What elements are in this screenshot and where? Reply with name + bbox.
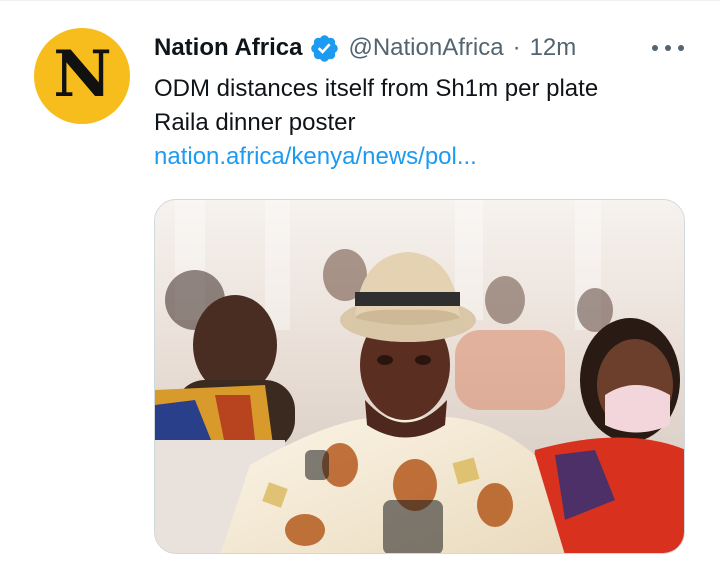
tweet-text-line: ODM distances itself from Sh1m per plate: [154, 75, 599, 102]
tweet-text: ODM distances itself from Sh1m per plate…: [154, 72, 674, 140]
more-dot: [678, 45, 684, 51]
tweet-header: Nation Africa @NationAfrica · 12m: [154, 31, 576, 65]
top-divider: [0, 0, 720, 1]
tweet-text-line: Raila dinner poster: [154, 109, 356, 136]
more-dot: [665, 45, 671, 51]
avatar[interactable]: N: [34, 28, 130, 124]
more-options-icon[interactable]: [650, 37, 686, 59]
tweet-timestamp[interactable]: 12m: [530, 34, 577, 62]
separator-dot: ·: [512, 34, 521, 61]
verified-badge-icon: [311, 34, 339, 62]
tweet-media-photo[interactable]: [154, 199, 685, 554]
avatar-letter: N: [53, 37, 111, 112]
author-handle[interactable]: @NationAfrica: [348, 34, 503, 62]
more-dot: [652, 45, 658, 51]
author-name[interactable]: Nation Africa: [154, 34, 302, 62]
tweet-link[interactable]: nation.africa/kenya/news/pol...: [154, 140, 477, 174]
photo-illustration: [155, 200, 684, 553]
